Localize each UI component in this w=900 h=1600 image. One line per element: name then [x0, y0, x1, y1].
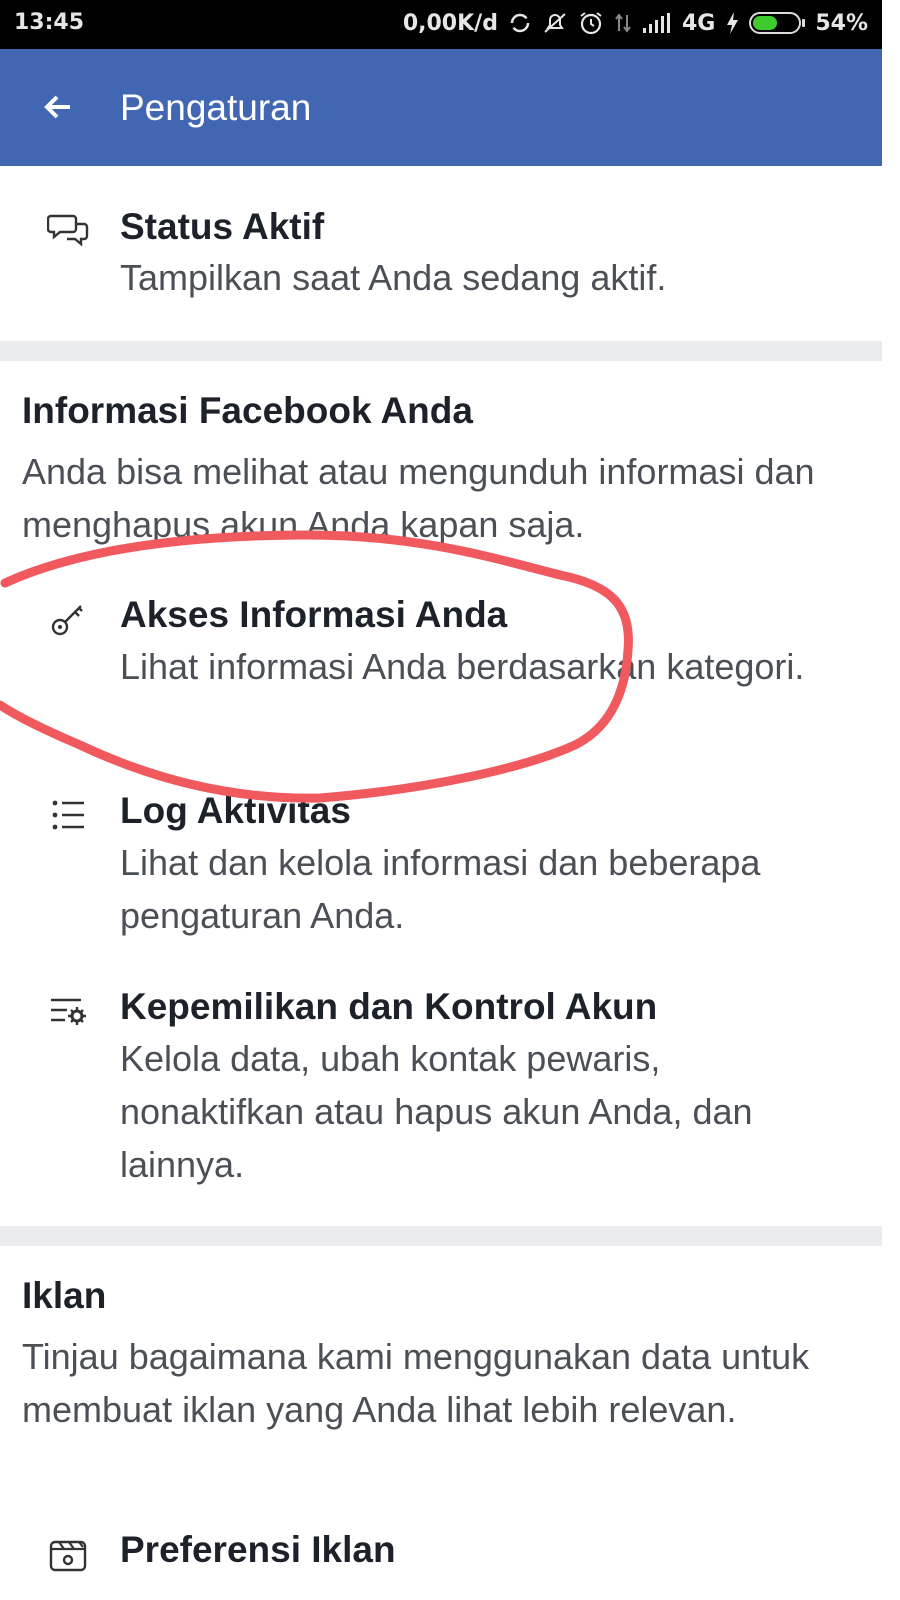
alarm-icon — [578, 10, 604, 36]
access-information-description: Lihat informasi Anda berdasarkan kategor… — [120, 646, 805, 687]
list-icon — [46, 793, 90, 837]
ads-section-description: Tinjau bagaimana kami menggunakan data u… — [22, 1336, 810, 1430]
net-speed: 0,00K/d — [402, 10, 498, 36]
section-divider — [0, 1226, 882, 1246]
back-button[interactable] — [38, 89, 78, 129]
arrow-left-icon — [43, 92, 73, 127]
account-ownership-title: Kepemilikan dan Kontrol Akun — [120, 986, 658, 1027]
network-type: 4G — [681, 10, 716, 36]
settings-item-access-information[interactable]: Akses Informasi Anda Lihat informasi And… — [0, 572, 882, 762]
chat-bubbles-icon — [46, 208, 90, 252]
battery-percent: 54% — [815, 10, 868, 36]
ad-preferences-title: Preferensi Iklan — [120, 1529, 396, 1570]
settings-item-active-status[interactable]: Status Aktif Tampilkan saat Anda sedang … — [0, 166, 882, 341]
status-icons: 0,00K/d 4G 54% — [403, 10, 868, 36]
mute-icon — [542, 11, 568, 35]
page-title: Pengaturan — [120, 87, 312, 128]
status-time: 13:45 — [14, 10, 85, 35]
account-ownership-description: Kelola data, ubah kontak pewaris, nonakt… — [120, 1038, 753, 1185]
list-gear-icon — [46, 989, 90, 1033]
access-information-title: Akses Informasi Anda — [120, 594, 508, 635]
ad-preferences-icon — [46, 1532, 90, 1576]
active-status-title: Status Aktif — [120, 206, 325, 247]
settings-item-activity-log[interactable]: Log Aktivitas Lihat dan kelola informasi… — [0, 768, 882, 958]
signal-icon — [642, 12, 672, 34]
key-icon — [46, 597, 90, 641]
active-status-description: Tampilkan saat Anda sedang aktif. — [120, 257, 667, 298]
sync-icon — [508, 11, 532, 35]
battery-icon — [749, 12, 806, 34]
ads-section-title: Iklan — [22, 1275, 107, 1316]
facebook-info-section-description: Anda bisa melihat atau mengunduh informa… — [22, 451, 815, 545]
activity-log-title: Log Aktivitas — [120, 790, 351, 831]
section-divider — [0, 341, 882, 361]
data-transfer-icon — [614, 11, 632, 35]
app-bar: Pengaturan — [0, 49, 882, 166]
facebook-info-section-title: Informasi Facebook Anda — [22, 390, 473, 431]
settings-item-ad-preferences[interactable]: Preferensi Iklan — [0, 1515, 882, 1575]
status-bar: 13:45 0,00K/d 4G 54% — [0, 0, 882, 49]
settings-item-account-ownership[interactable]: Kepemilikan dan Kontrol Akun Kelola data… — [0, 964, 882, 1204]
charging-icon — [725, 11, 739, 35]
activity-log-description: Lihat dan kelola informasi dan beberapa … — [120, 842, 761, 936]
